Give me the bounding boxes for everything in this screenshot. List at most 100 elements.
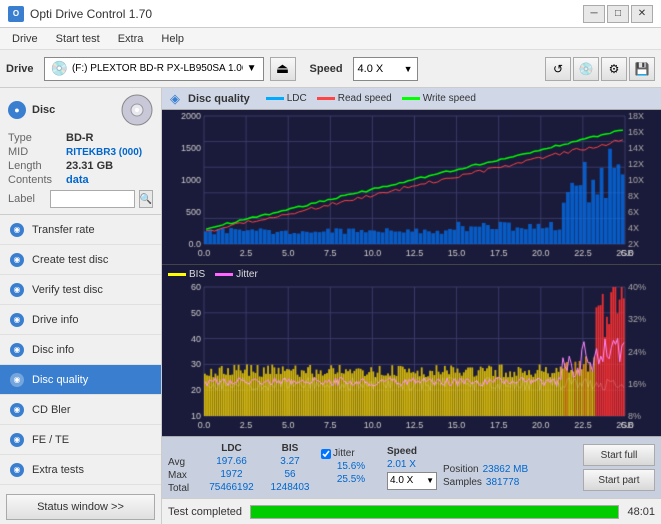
- max-speed-selector[interactable]: 4.0 X ▼: [387, 472, 437, 490]
- fe-te-label: FE / TE: [32, 434, 69, 446]
- legend-write: Write speed: [402, 93, 476, 104]
- status-text: Test completed: [168, 506, 242, 518]
- max-label: Max: [168, 470, 198, 481]
- ldc-color: [266, 97, 284, 100]
- ldc-col: LDC 197.66 1972 75466192: [204, 443, 259, 493]
- eject-button[interactable]: ⏏: [270, 57, 296, 81]
- total-bis: 1248403: [265, 482, 315, 493]
- menu-start-test[interactable]: Start test: [48, 31, 108, 47]
- max-speed-val: 4.0 X: [390, 475, 426, 486]
- menu-help[interactable]: Help: [153, 31, 192, 47]
- drive-icon: 💿: [51, 60, 68, 77]
- nav-items: ◉ Transfer rate ◉ Create test disc ◉ Ver…: [0, 215, 161, 490]
- menu-extra[interactable]: Extra: [110, 31, 152, 47]
- sidebar-item-transfer-rate[interactable]: ◉ Transfer rate: [0, 215, 161, 245]
- disc-contents-row: Contents data: [8, 174, 153, 186]
- speed-stat-header: Speed: [387, 446, 437, 457]
- chart1-container: [162, 110, 661, 265]
- avg-ldc: 197.66: [204, 456, 259, 467]
- extra-tests-icon: ◉: [10, 463, 24, 477]
- restore-button[interactable]: □: [607, 5, 629, 23]
- legend-ldc-label: LDC: [287, 93, 307, 104]
- disc-button[interactable]: 💿: [573, 57, 599, 81]
- mid-key: MID: [8, 146, 66, 158]
- position-row: Position 23862 MB: [443, 464, 577, 475]
- legend-bis-label: BIS: [189, 269, 205, 280]
- disc-info-label: Disc info: [32, 344, 74, 356]
- type-key: Type: [8, 132, 66, 144]
- legend-jitter-label: Jitter: [236, 269, 258, 280]
- total-label: Total: [168, 483, 198, 494]
- max-jitter: 25.5%: [321, 474, 381, 485]
- length-key: Length: [8, 160, 66, 172]
- length-val: 23.31 GB: [66, 160, 113, 172]
- start-part-button[interactable]: Start part: [583, 469, 655, 491]
- cd-bler-label: CD Bler: [32, 404, 71, 416]
- app-icon: O: [8, 6, 24, 22]
- position-col: Position 23862 MB Samples 381778: [443, 448, 577, 488]
- jitter-checkbox[interactable]: [321, 449, 331, 459]
- bis-col: BIS 3.27 56 1248403: [265, 443, 315, 493]
- window-controls: ─ □ ✕: [583, 5, 653, 23]
- avg-bis: 3.27: [265, 456, 315, 467]
- speed-col: Speed 2.01 X 4.0 X ▼: [387, 446, 437, 490]
- jitter-col: Jitter 15.6% 25.5%: [321, 448, 381, 487]
- label-input[interactable]: [50, 190, 135, 208]
- create-test-label: Create test disc: [32, 254, 108, 266]
- total-ldc: 75466192: [204, 482, 259, 493]
- action-buttons: Start full Start part: [583, 444, 655, 491]
- status-window-button[interactable]: Status window >>: [6, 494, 155, 520]
- stats-header-spacer: [168, 441, 198, 455]
- jitter-header: Jitter: [333, 448, 355, 459]
- disc-type-row: Type BD-R: [8, 132, 153, 144]
- position-val: 23862 MB: [483, 464, 529, 475]
- disc-section-icon: ●: [8, 101, 26, 119]
- avg-jitter: 15.6%: [321, 461, 381, 472]
- transfer-rate-icon: ◉: [10, 223, 24, 237]
- speed-value: 4.0 X: [358, 63, 384, 75]
- minimize-button[interactable]: ─: [583, 5, 605, 23]
- disc-thumbnail: [121, 94, 153, 126]
- sidebar-item-disc-info[interactable]: ◉ Disc info: [0, 335, 161, 365]
- legend-write-label: Write speed: [423, 93, 476, 104]
- bis-header: BIS: [265, 443, 315, 454]
- read-color: [317, 97, 335, 100]
- drive-selector[interactable]: 💿 (F:) PLEXTOR BD-R PX-LB950SA 1.06 ▼: [44, 57, 264, 81]
- toolbar: Drive 💿 (F:) PLEXTOR BD-R PX-LB950SA 1.0…: [0, 50, 661, 88]
- drive-arrow-icon: ▼: [247, 63, 257, 74]
- sidebar-item-disc-quality[interactable]: ◉ Disc quality: [0, 365, 161, 395]
- quality-title: Disc quality: [188, 93, 250, 105]
- sidebar-item-cd-bler[interactable]: ◉ CD Bler: [0, 395, 161, 425]
- write-color: [402, 97, 420, 100]
- chart1-canvas: [162, 110, 661, 264]
- quality-panel-header: ◈ Disc quality LDC Read speed Write spee…: [162, 88, 661, 110]
- avg-label: Avg: [168, 457, 198, 468]
- settings-button[interactable]: ⚙: [601, 57, 627, 81]
- refresh-button[interactable]: ↺: [545, 57, 571, 81]
- jitter-header-row: Jitter: [321, 448, 381, 459]
- ldc-header: LDC: [204, 443, 259, 454]
- contents-key: Contents: [8, 174, 66, 186]
- sidebar-item-extra-tests[interactable]: ◉ Extra tests: [0, 455, 161, 485]
- bottom-bar: Test completed 48:01: [162, 498, 661, 524]
- toolbar-icon-buttons: ↺ 💿 ⚙ 💾: [545, 57, 655, 81]
- fe-te-icon: ◉: [10, 433, 24, 447]
- start-full-button[interactable]: Start full: [583, 444, 655, 466]
- sidebar-item-fe-te[interactable]: ◉ FE / TE: [0, 425, 161, 455]
- menu-drive[interactable]: Drive: [4, 31, 46, 47]
- stats-bar: Avg Max Total LDC 197.66 1972 75466192 B…: [162, 436, 661, 498]
- sidebar-item-verify-test[interactable]: ◉ Verify test disc: [0, 275, 161, 305]
- bis-color: [168, 273, 186, 276]
- label-search-button[interactable]: 🔍: [139, 190, 153, 208]
- chart2-canvas: [162, 283, 661, 436]
- disc-quality-label: Disc quality: [32, 374, 88, 386]
- speed-select-arrow: ▼: [426, 476, 434, 485]
- speed-selector[interactable]: 4.0 X ▼: [353, 57, 418, 81]
- sidebar-item-create-test[interactable]: ◉ Create test disc: [0, 245, 161, 275]
- cd-bler-icon: ◉: [10, 403, 24, 417]
- save-button[interactable]: 💾: [629, 57, 655, 81]
- sidebar-item-drive-info[interactable]: ◉ Drive info: [0, 305, 161, 335]
- close-button[interactable]: ✕: [631, 5, 653, 23]
- disc-header: ● Disc: [8, 94, 153, 126]
- chart2-header: BIS Jitter: [162, 265, 661, 283]
